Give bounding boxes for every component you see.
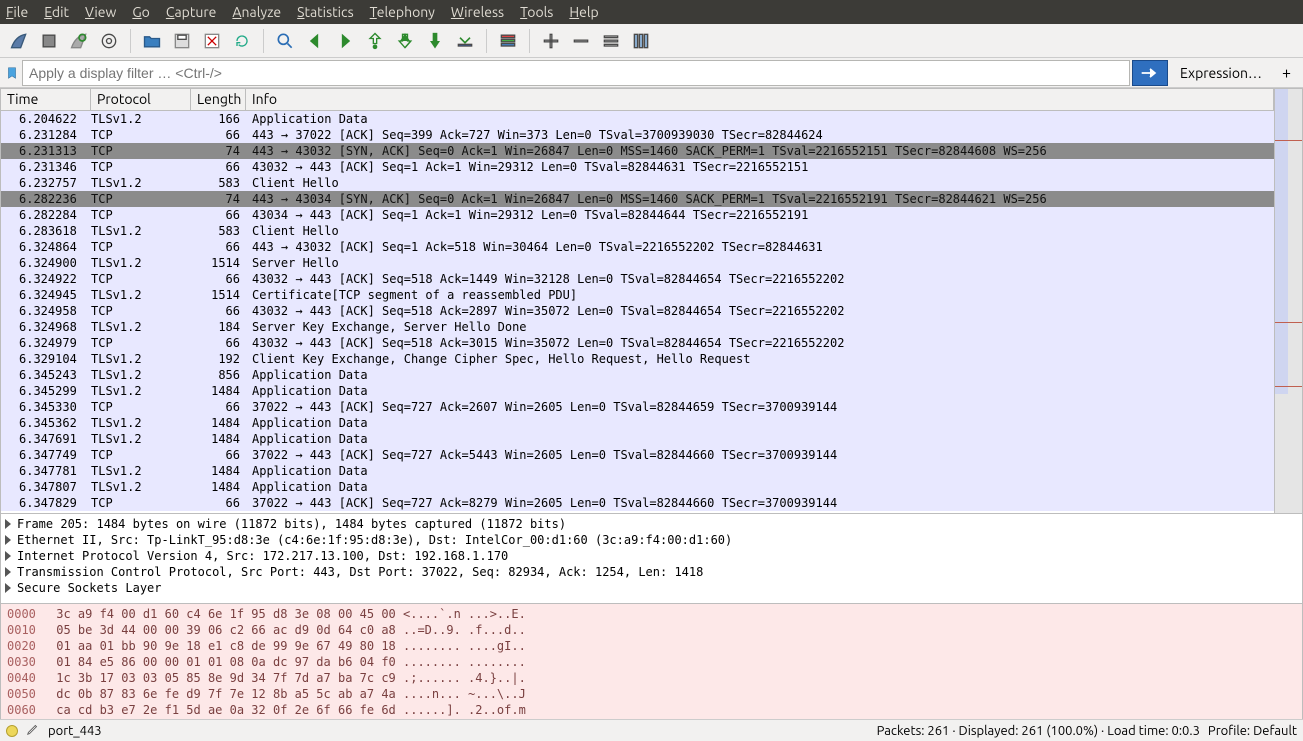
display-filter-input[interactable] xyxy=(22,60,1130,86)
packet-row[interactable]: 6.231346TCP6643032 → 443 [ACK] Seq=1 Ack… xyxy=(1,159,1274,175)
menu-view[interactable]: View xyxy=(85,4,116,20)
packet-list-header[interactable]: Time Protocol Length Info xyxy=(1,89,1274,111)
hex-line[interactable]: 0050 dc 0b 87 83 6e fe d9 7f 7e 12 8b a5… xyxy=(7,686,1296,702)
expand-triangle-icon[interactable] xyxy=(5,567,11,577)
menu-help[interactable]: Help xyxy=(569,4,598,20)
open-file-icon[interactable] xyxy=(139,28,165,54)
zoom-out-icon[interactable] xyxy=(568,28,594,54)
col-protocol[interactable]: Protocol xyxy=(91,89,191,110)
expand-triangle-icon[interactable] xyxy=(5,519,11,529)
expand-triangle-icon[interactable] xyxy=(5,535,11,545)
detail-line[interactable]: Ethernet II, Src: Tp-LinkT_95:d8:3e (c4:… xyxy=(5,532,1298,548)
packet-details-pane[interactable]: Frame 205: 1484 bytes on wire (11872 bit… xyxy=(0,514,1303,604)
col-time[interactable]: Time xyxy=(1,89,91,110)
menu-statistics[interactable]: Statistics xyxy=(297,4,353,20)
zoom-in-icon[interactable] xyxy=(538,28,564,54)
hex-line[interactable]: 0060 ca cd b3 e7 2e f1 5d ae 0a 32 0f 2e… xyxy=(7,702,1296,718)
packet-row[interactable]: 6.347807TLSv1.21484Application Data xyxy=(1,479,1274,495)
col-info[interactable]: Info xyxy=(246,89,1274,110)
go-last-icon[interactable] xyxy=(422,28,448,54)
packet-row[interactable]: 6.347781TLSv1.21484Application Data xyxy=(1,463,1274,479)
packet-row[interactable]: 6.324979TCP6643032 → 443 [ACK] Seq=518 A… xyxy=(1,335,1274,351)
packet-row[interactable]: 6.345362TLSv1.21484Application Data xyxy=(1,415,1274,431)
hex-line[interactable]: 0010 05 be 3d 44 00 00 39 06 c2 66 ac d9… xyxy=(7,622,1296,638)
main-toolbar xyxy=(0,24,1303,58)
close-file-icon[interactable] xyxy=(199,28,225,54)
auto-scroll-icon[interactable] xyxy=(452,28,478,54)
packet-row[interactable]: 6.324945TLSv1.21514Certificate[TCP segme… xyxy=(1,287,1274,303)
restart-capture-icon[interactable] xyxy=(66,28,92,54)
menu-edit[interactable]: Edit xyxy=(44,4,69,20)
edit-capture-comment-icon[interactable] xyxy=(26,722,40,739)
packet-row[interactable]: 6.282236TCP74443 → 43034 [SYN, ACK] Seq=… xyxy=(1,191,1274,207)
save-file-icon[interactable] xyxy=(169,28,195,54)
zoom-reset-icon[interactable] xyxy=(598,28,624,54)
go-back-icon[interactable] xyxy=(302,28,328,54)
go-forward-icon[interactable] xyxy=(332,28,358,54)
packet-row[interactable]: 6.345330TCP6637022 → 443 [ACK] Seq=727 A… xyxy=(1,399,1274,415)
col-length[interactable]: Length xyxy=(191,89,246,110)
menu-tools[interactable]: Tools xyxy=(520,4,553,20)
hex-line[interactable]: 0000 3c a9 f4 00 d1 60 c4 6e 1f 95 d8 3e… xyxy=(7,606,1296,622)
menu-capture[interactable]: Capture xyxy=(166,4,217,20)
packet-row[interactable]: 6.324958TCP6643032 → 443 [ACK] Seq=518 A… xyxy=(1,303,1274,319)
packet-row[interactable]: 6.347749TCP6637022 → 443 [ACK] Seq=727 A… xyxy=(1,447,1274,463)
detail-line[interactable]: Internet Protocol Version 4, Src: 172.21… xyxy=(5,548,1298,564)
packet-row[interactable]: 6.231313TCP74443 → 43032 [SYN, ACK] Seq=… xyxy=(1,143,1274,159)
menu-telephony[interactable]: Telephony xyxy=(370,4,435,20)
packet-list-pane[interactable]: Time Protocol Length Info 6.204622TLSv1.… xyxy=(0,88,1275,514)
detail-line[interactable]: Secure Sockets Layer xyxy=(5,580,1298,596)
colorize-icon[interactable] xyxy=(495,28,521,54)
reload-file-icon[interactable] xyxy=(229,28,255,54)
menu-file[interactable]: File xyxy=(6,4,28,20)
expand-triangle-icon[interactable] xyxy=(5,583,11,593)
detail-line[interactable]: Frame 205: 1484 bytes on wire (11872 bit… xyxy=(5,516,1298,532)
hex-line[interactable]: 0020 01 aa 01 bb 90 9e 18 e1 c8 de 99 9e… xyxy=(7,638,1296,654)
add-filter-button[interactable]: + xyxy=(1274,64,1299,82)
packet-bytes-pane[interactable]: 0000 3c a9 f4 00 d1 60 c4 6e 1f 95 d8 3e… xyxy=(0,604,1303,724)
packet-row[interactable]: 6.347829TCP6637022 → 443 [ACK] Seq=727 A… xyxy=(1,495,1274,511)
status-profile[interactable]: Profile: Default xyxy=(1208,724,1297,738)
packet-row[interactable]: 6.232757TLSv1.2583Client Hello xyxy=(1,175,1274,191)
display-filter-bar: Expression… + xyxy=(0,58,1303,88)
hex-line[interactable]: 0030 01 84 e5 86 00 00 01 01 08 0a dc 97… xyxy=(7,654,1296,670)
packet-row[interactable]: 6.282284TCP6643034 → 443 [ACK] Seq=1 Ack… xyxy=(1,207,1274,223)
packet-row[interactable]: 6.204622TLSv1.2166Application Data xyxy=(1,111,1274,127)
packet-row[interactable]: 6.324900TLSv1.21514Server Hello xyxy=(1,255,1274,271)
status-file: port_443 xyxy=(48,724,102,738)
expression-button[interactable]: Expression… xyxy=(1170,65,1272,81)
apply-filter-button[interactable] xyxy=(1132,60,1168,86)
packet-minimap[interactable] xyxy=(1275,88,1303,514)
packet-row[interactable]: 6.324968TLSv1.2184Server Key Exchange, S… xyxy=(1,319,1274,335)
menu-wireless[interactable]: Wireless xyxy=(451,4,504,20)
menu-go[interactable]: Go xyxy=(132,4,150,20)
hex-line[interactable]: 0040 1c 3b 17 03 03 05 85 8e 9d 34 7f 7d… xyxy=(7,670,1296,686)
stop-capture-icon[interactable] xyxy=(36,28,62,54)
resize-columns-icon[interactable] xyxy=(628,28,654,54)
capture-options-icon[interactable] xyxy=(96,28,122,54)
main-menubar: File Edit View Go Capture Analyze Statistics Te… xyxy=(0,0,1303,24)
packet-row[interactable]: 6.324922TCP6643032 → 443 [ACK] Seq=518 A… xyxy=(1,271,1274,287)
expert-info-icon[interactable] xyxy=(6,725,18,737)
packet-row[interactable]: 6.345243TLSv1.2856Application Data xyxy=(1,367,1274,383)
packet-row[interactable]: 6.329104TLSv1.2192Client Key Exchange, C… xyxy=(1,351,1274,367)
detail-line[interactable]: Transmission Control Protocol, Src Port:… xyxy=(5,564,1298,580)
status-bar: port_443 Packets: 261 · Displayed: 261 (… xyxy=(0,719,1303,741)
packet-row[interactable]: 6.231284TCP66443 → 37022 [ACK] Seq=399 A… xyxy=(1,127,1274,143)
menu-analyze[interactable]: Analyze xyxy=(232,4,281,20)
expand-triangle-icon[interactable] xyxy=(5,551,11,561)
bookmark-icon[interactable] xyxy=(4,65,20,81)
packet-row[interactable]: 6.347691TLSv1.21484Application Data xyxy=(1,431,1274,447)
find-packet-icon[interactable] xyxy=(272,28,298,54)
packet-row[interactable]: 6.283618TLSv1.2583Client Hello xyxy=(1,223,1274,239)
go-to-packet-icon[interactable] xyxy=(362,28,388,54)
go-first-icon[interactable] xyxy=(392,28,418,54)
packet-row[interactable]: 6.345299TLSv1.21484Application Data xyxy=(1,383,1274,399)
packet-row[interactable]: 6.324864TCP66443 → 43032 [ACK] Seq=1 Ack… xyxy=(1,239,1274,255)
shark-fin-icon[interactable] xyxy=(6,28,32,54)
status-packets: Packets: 261 · Displayed: 261 (100.0%) ·… xyxy=(877,724,1200,738)
